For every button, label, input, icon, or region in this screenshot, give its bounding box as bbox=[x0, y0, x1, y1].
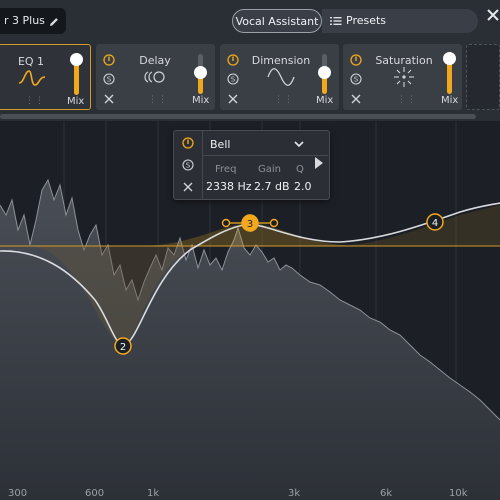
freq-label-600: 600 bbox=[85, 488, 105, 499]
eq-node-label: 4 bbox=[432, 218, 438, 229]
power-icon[interactable] bbox=[350, 54, 362, 66]
svg-text:S: S bbox=[186, 162, 191, 170]
remove-icon[interactable] bbox=[104, 94, 114, 104]
freq-label-1k: 1k bbox=[147, 488, 160, 499]
close-icon[interactable] bbox=[486, 8, 500, 22]
module-scrollbar[interactable] bbox=[0, 112, 500, 121]
drag-handle[interactable]: ⋮⋮ bbox=[148, 95, 168, 105]
chevron-down-icon[interactable] bbox=[294, 141, 304, 148]
vocal-assistant-label: Vocal Assistant bbox=[235, 15, 319, 28]
scrollbar-thumb[interactable] bbox=[0, 114, 476, 119]
eq-node-4[interactable]: 4 bbox=[426, 213, 444, 231]
mix-label: Mix bbox=[316, 95, 334, 106]
power-icon[interactable] bbox=[182, 137, 194, 149]
svg-text:S: S bbox=[231, 76, 236, 84]
remove-icon[interactable] bbox=[183, 182, 193, 192]
q-handle-left[interactable] bbox=[221, 218, 231, 228]
presets-button[interactable]: Presets bbox=[322, 9, 478, 33]
q-value[interactable]: 2.0 bbox=[294, 180, 312, 193]
drag-handle[interactable]: ⋮⋮ bbox=[397, 95, 417, 105]
mix-label: Mix bbox=[441, 95, 459, 106]
band-controls: S bbox=[174, 131, 203, 199]
gain-value[interactable]: 2.7 dB bbox=[254, 180, 290, 193]
remove-icon[interactable] bbox=[228, 94, 238, 104]
module-delay[interactable]: S Delay ⋮⋮ Mix bbox=[96, 44, 215, 110]
q-label: Q bbox=[296, 164, 304, 175]
solo-icon[interactable]: S bbox=[227, 73, 239, 85]
module-dimension[interactable]: S Dimension ⋮⋮ Mix bbox=[220, 44, 339, 110]
mix-slider-knob[interactable] bbox=[194, 66, 207, 79]
q-handle-right[interactable] bbox=[269, 218, 279, 228]
svg-text:S: S bbox=[107, 76, 112, 84]
sine-wave-icon bbox=[267, 68, 295, 86]
mix-slider-knob[interactable] bbox=[70, 53, 83, 66]
freq-label-10k: 10k bbox=[449, 488, 468, 499]
module-chain: EQ 1 ⋮⋮ Mix S Delay ⋮⋮ Mix S Dimension ⋮… bbox=[0, 42, 500, 112]
mix-slider-knob[interactable] bbox=[443, 52, 456, 65]
module-eq[interactable]: EQ 1 ⋮⋮ Mix bbox=[0, 44, 91, 110]
module-saturation[interactable]: S Saturation ⋮⋮ Mix bbox=[343, 44, 462, 110]
freq-value[interactable]: 2338 Hz bbox=[206, 180, 252, 193]
mix-label: Mix bbox=[67, 96, 85, 107]
freq-label-3k: 3k bbox=[288, 488, 301, 499]
preset-name: r 3 Plus bbox=[4, 14, 45, 27]
preset-name-field[interactable]: r 3 Plus bbox=[0, 8, 66, 34]
mix-slider-knob[interactable] bbox=[318, 66, 331, 79]
eq-node-label: 2 bbox=[120, 342, 126, 353]
presets-label: Presets bbox=[346, 14, 387, 27]
vocal-assistant-button[interactable]: Vocal Assistant bbox=[232, 9, 322, 33]
sparkle-burst-icon bbox=[394, 67, 414, 87]
freq-label-6k: 6k bbox=[380, 488, 393, 499]
filter-type-select[interactable]: Bell bbox=[210, 138, 230, 151]
drag-handle[interactable]: ⋮⋮ bbox=[274, 95, 294, 105]
freq-label-300: 300 bbox=[8, 488, 28, 499]
band-popup: S Bell Freq Gain Q 2338 Hz 2.7 dB 2.0 bbox=[173, 130, 330, 200]
freq-label: Freq bbox=[215, 164, 237, 175]
power-icon[interactable] bbox=[103, 54, 115, 66]
list-icon bbox=[330, 17, 342, 25]
eq-curve-icon bbox=[18, 70, 46, 86]
play-arrow-icon[interactable] bbox=[315, 157, 323, 169]
eq-node-2[interactable]: 2 bbox=[114, 337, 132, 355]
gain-label: Gain bbox=[258, 164, 281, 175]
svg-text:S: S bbox=[354, 76, 359, 84]
mix-label: Mix bbox=[192, 95, 210, 106]
power-icon[interactable] bbox=[227, 54, 239, 66]
add-module-slot[interactable] bbox=[466, 44, 500, 110]
solo-icon[interactable]: S bbox=[182, 159, 194, 171]
popup-divider bbox=[202, 155, 328, 156]
top-bar: r 3 Plus Vocal Assistant Presets bbox=[0, 0, 500, 42]
solo-icon[interactable]: S bbox=[103, 73, 115, 85]
remove-icon[interactable] bbox=[351, 94, 361, 104]
pencil-icon[interactable] bbox=[48, 16, 60, 28]
solo-icon[interactable]: S bbox=[350, 73, 362, 85]
eq-node-label: 3 bbox=[247, 219, 253, 230]
drag-handle[interactable]: ⋮⋮ bbox=[25, 96, 45, 106]
eq-node-3[interactable]: 3 bbox=[241, 214, 259, 232]
delay-icon bbox=[144, 71, 165, 83]
